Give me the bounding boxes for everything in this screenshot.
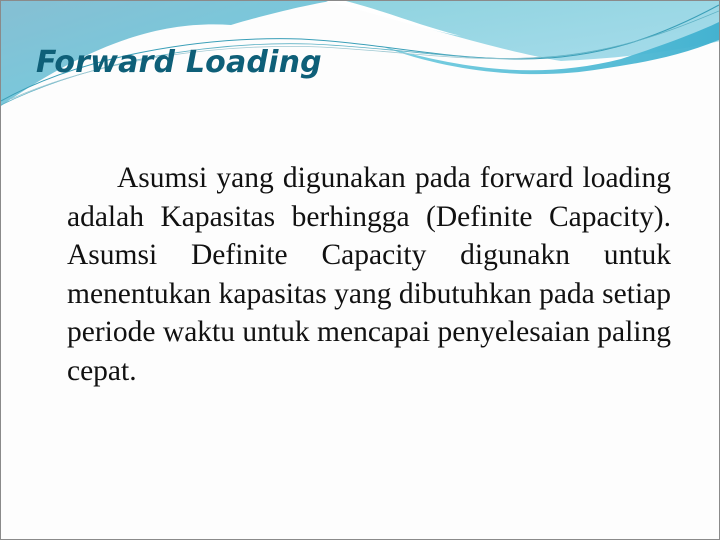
slide: Forward Loading Asumsi yang digunakan pa…: [0, 0, 720, 540]
slide-body-text: Asumsi yang digunakan pada forward loadi…: [67, 162, 671, 387]
slide-title: Forward Loading: [36, 45, 322, 80]
